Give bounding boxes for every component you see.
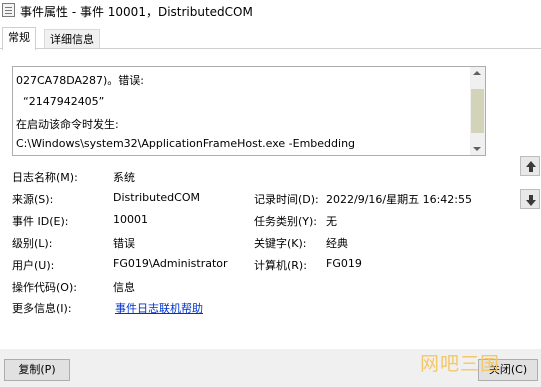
keywords-label: 关键字(K): <box>254 237 307 250</box>
scroll-down-arrow-icon[interactable] <box>473 147 481 151</box>
tab-strip: 常规 详细信息 <box>0 27 541 50</box>
description-scrollbar[interactable] <box>470 67 485 155</box>
opcode-value: 信息 <box>113 281 135 294</box>
source-value: DistributedCOM <box>113 191 200 204</box>
window-title: 事件属性 - 事件 10001，DistributedCOM <box>20 5 253 19</box>
next-event-button[interactable] <box>520 189 540 209</box>
description-line: C:\Windows\system32\ApplicationFrameHost… <box>16 137 356 150</box>
level-label: 级别(L): <box>12 237 53 250</box>
event-id-value: 10001 <box>113 213 148 226</box>
opcode-label: 操作代码(O): <box>12 281 77 294</box>
user-label: 用户(U): <box>12 259 55 272</box>
event-description-textbox[interactable]: 027CA78DA287)。错误: “2147942405” 在启动该命令时发生… <box>12 66 486 156</box>
log-name-value: 系统 <box>113 171 135 184</box>
task-category-label: 任务类别(Y): <box>254 215 318 228</box>
description-line: “2147942405” <box>23 95 105 108</box>
previous-event-button[interactable] <box>520 156 540 176</box>
logged-label: 记录时间(D): <box>254 193 319 206</box>
task-category-value: 无 <box>326 215 337 228</box>
scroll-thumb[interactable] <box>471 89 484 133</box>
source-label: 来源(S): <box>12 193 54 206</box>
keywords-value: 经典 <box>326 237 348 250</box>
arrow-down-icon <box>526 200 536 206</box>
tab-general[interactable]: 常规 <box>2 27 36 50</box>
logged-value: 2022/9/16/星期五 16:42:55 <box>326 193 473 206</box>
arrow-up-stem <box>529 167 533 172</box>
description-line: 在启动该命令时发生: <box>16 118 119 131</box>
computer-label: 计算机(R): <box>254 259 307 272</box>
copy-button[interactable]: 复制(P) <box>4 359 70 381</box>
log-name-label: 日志名称(M): <box>12 171 78 184</box>
online-help-link[interactable]: 事件日志联机帮助 <box>115 300 203 316</box>
watermark-logo: 网吧三国 <box>420 353 501 375</box>
computer-value: FG019 <box>326 257 362 270</box>
level-value: 错误 <box>113 237 135 250</box>
event-id-label: 事件 ID(E): <box>12 215 69 228</box>
event-properties-icon <box>2 3 15 17</box>
description-line: 027CA78DA287)。错误: <box>16 74 144 87</box>
title-bar: 事件属性 - 事件 10001，DistributedCOM <box>0 0 541 22</box>
tab-details[interactable]: 详细信息 <box>44 29 100 50</box>
user-value: FG019\Administrator <box>113 257 228 270</box>
more-info-label: 更多信息(I): <box>12 302 72 315</box>
scroll-up-arrow-icon[interactable] <box>473 71 481 75</box>
